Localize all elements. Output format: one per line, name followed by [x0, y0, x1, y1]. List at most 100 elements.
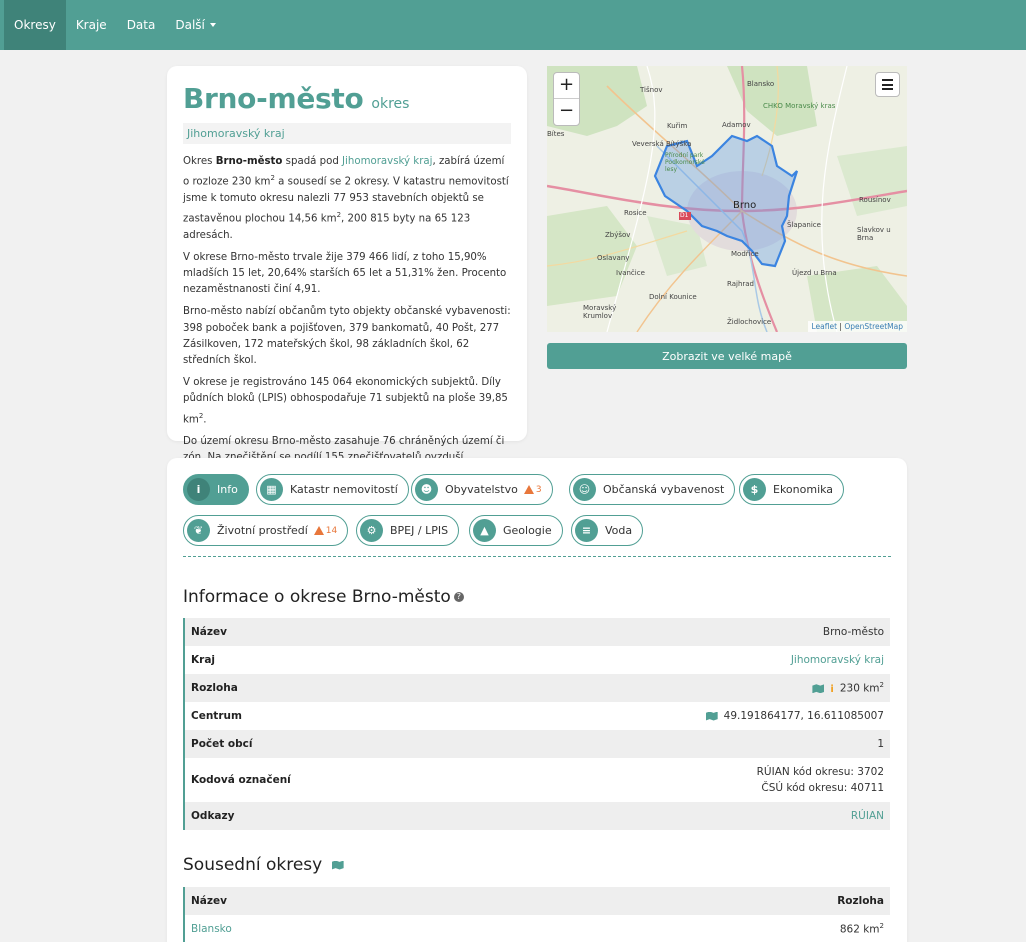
show-big-map-button[interactable]: Zobrazit ve velké mapě: [547, 343, 907, 369]
mountain-icon: ▲: [473, 519, 496, 542]
tab-label: BPEJ / LPIS: [390, 524, 449, 537]
map-label: Veverská Bítýška: [632, 140, 692, 148]
hamburger-line: [882, 83, 893, 86]
dollar-icon: $: [743, 478, 766, 501]
csu-code: ČSÚ kód okresu: 40711: [761, 782, 884, 794]
table-row: Název Brno-město: [185, 618, 890, 646]
table-row: Počet obcí 1: [185, 730, 890, 758]
area-value: 230 km: [839, 682, 880, 695]
map-label: Újezd u Brna: [792, 269, 837, 277]
tab-ekonomika[interactable]: $ Ekonomika: [739, 474, 845, 505]
tabs-divider: [183, 556, 891, 557]
table-row: Rozloha i 230 km2: [185, 674, 890, 702]
map-label: Rosice: [624, 209, 647, 217]
map-label: Tišnov: [640, 86, 663, 94]
tab-obcanska-vybavenost[interactable]: ☺ Občanská vybavenost: [569, 474, 736, 505]
info-icon[interactable]: i: [830, 684, 833, 695]
row-key: Počet obcí: [191, 738, 253, 750]
map-label: Modřice: [731, 250, 759, 258]
map-label: Slavkov u Brna: [857, 226, 891, 242]
map-label: Šlapanice: [787, 221, 821, 229]
map-label: Rajhrad: [727, 280, 754, 288]
district-map[interactable]: Blansko Tišnov Kuřim Adamov CHKO Moravsk…: [547, 66, 907, 332]
hamburger-line: [882, 88, 893, 90]
map-icon[interactable]: [331, 860, 344, 870]
row-value: RÚIAN kód okresu: 3702 ČSÚ kód okresu: 40…: [757, 764, 884, 796]
info-table: Název Brno-město Kraj Jihomoravský kraj …: [183, 618, 890, 830]
leaflet-link[interactable]: Leaflet: [812, 322, 838, 331]
map-label: Blansko: [747, 80, 775, 88]
nav-dalsi-dropdown[interactable]: Další: [165, 0, 226, 50]
tab-info[interactable]: i Info: [183, 474, 249, 505]
tab-label: Voda: [605, 524, 633, 537]
map-label: D1: [680, 212, 689, 219]
tab-label: Info: [217, 483, 238, 496]
row-key: Kraj: [191, 654, 215, 666]
map-label: CHKO Moravský kras: [763, 102, 836, 110]
tab-label: Katastr nemovitostí: [290, 483, 398, 496]
tab-voda[interactable]: ≡ Voda: [571, 515, 644, 546]
tab-label: Obyvatelstvo: [445, 483, 518, 496]
summary-paragraph-1: Okres Brno-město spadá pod Jihomoravský …: [183, 154, 511, 244]
user-icon: ☺: [573, 478, 596, 501]
row-key: Centrum: [191, 710, 242, 722]
map-label: Dolní Kounice: [649, 293, 697, 301]
nav-okresy[interactable]: Okresy: [4, 0, 66, 50]
row-key: Název: [191, 626, 227, 638]
row-value: 862 km2: [840, 922, 884, 936]
row-key: Odkazy: [191, 810, 235, 822]
zoom-in-button[interactable]: +: [554, 73, 579, 99]
gears-icon: ⚙: [360, 519, 383, 542]
summary-paragraph-3: Brno-město nabízí občanům tyto objekty o…: [183, 306, 511, 367]
coordinates-value: 49.191864177, 16.611085007: [723, 710, 884, 722]
kraj-link[interactable]: Jihomoravský kraj: [791, 654, 884, 666]
map-label: Přírodní park Podkomorské lesy: [665, 152, 705, 173]
tab-label: Geologie: [503, 524, 552, 537]
nav-kraje[interactable]: Kraje: [66, 0, 117, 50]
map-label: Oslavany: [597, 254, 630, 262]
text: spadá pod: [282, 156, 343, 167]
layers-menu-button[interactable]: [875, 72, 900, 97]
hamburger-line: [882, 79, 893, 81]
neighbor-link[interactable]: Blansko: [191, 923, 232, 935]
page-title: Brno-město: [183, 82, 364, 115]
leaf-icon: ❦: [187, 519, 210, 542]
tab-bpej-lpis[interactable]: ⚙ BPEJ / LPIS: [356, 515, 460, 546]
info-icon: i: [187, 478, 210, 501]
row-value: i 230 km2: [812, 681, 884, 695]
neighbor-area: 862 km: [839, 923, 880, 936]
nav-dalsi-label: Další: [175, 18, 205, 32]
info-section-title: Informace o okrese Brno-město?: [183, 587, 464, 607]
table-row: Kodová označení RÚIAN kód okresu: 3702 ČS…: [185, 758, 890, 802]
summary-paragraph-4: V okrese je registrováno 145 064 ekonomi…: [183, 375, 511, 428]
ruian-link[interactable]: RÚIAN: [851, 810, 884, 822]
map-icon[interactable]: [705, 711, 718, 721]
map-icon[interactable]: [812, 684, 825, 694]
tab-zivotni-prostredi[interactable]: ❦ Životní prostředí 14: [183, 515, 349, 546]
zoom-out-button[interactable]: −: [554, 99, 579, 125]
tab-label: Občanská vybavenost: [603, 483, 725, 496]
text: Okres: [183, 156, 216, 167]
table-row: Kraj Jihomoravský kraj: [185, 646, 890, 674]
map-label: Kuřim: [667, 122, 688, 130]
column-header-area: Rozloha: [837, 895, 884, 907]
osm-link[interactable]: OpenStreetMap: [844, 322, 903, 331]
district-name-bold: Brno-město: [215, 156, 283, 167]
column-header-name: Název: [191, 895, 227, 907]
summary-paragraph-2: V okrese Brno-město trvale žije 379 466 …: [183, 251, 507, 296]
neighbors-section-title: Sousední okresy: [183, 855, 350, 875]
map-label: Brno: [733, 200, 757, 211]
nav-data[interactable]: Data: [117, 0, 166, 50]
table-row: Odkazy RÚIAN: [185, 802, 890, 830]
table-row: Centrum 49.191864177, 16.611085007: [185, 702, 890, 730]
tab-geologie[interactable]: ▲ Geologie: [469, 515, 563, 546]
page-subtitle: okres: [371, 96, 410, 112]
region-link[interactable]: Jihomoravský kraj: [183, 123, 511, 144]
zoom-control: + −: [553, 72, 580, 126]
help-icon[interactable]: ?: [453, 592, 464, 602]
tab-katastr[interactable]: ▦ Katastr nemovitostí: [256, 474, 409, 505]
warning-badge: 3: [523, 485, 542, 495]
tab-obyvatelstvo[interactable]: ☻ Obyvatelstvo 3: [411, 474, 553, 505]
tab-label: Ekonomika: [773, 483, 834, 496]
region-inline-link[interactable]: Jihomoravský kraj: [342, 156, 432, 167]
